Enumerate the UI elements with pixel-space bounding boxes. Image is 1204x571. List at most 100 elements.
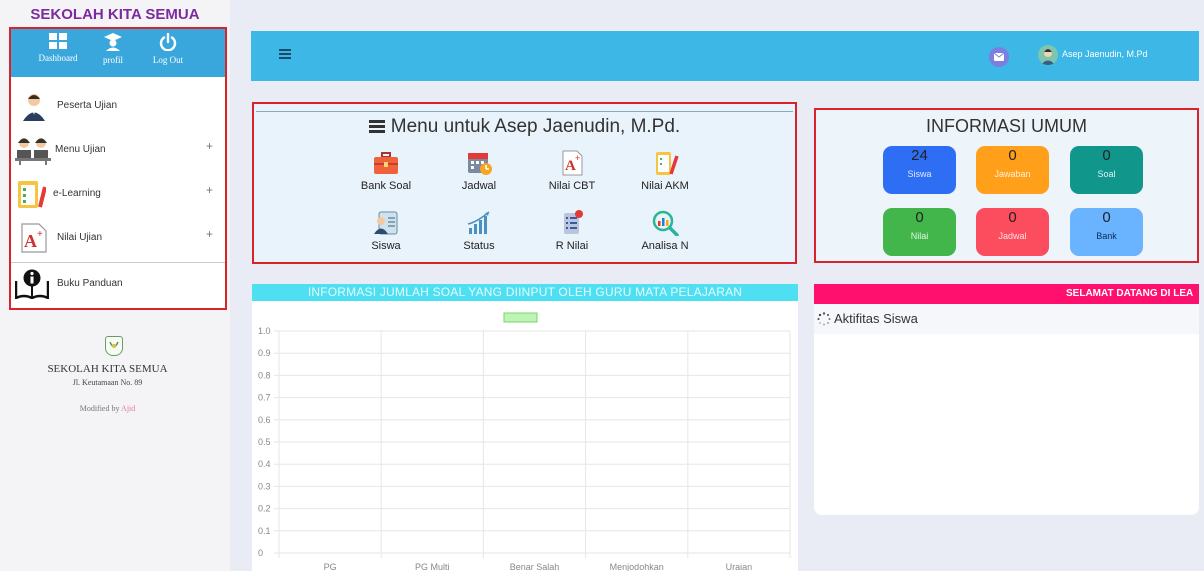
bar-growth-icon bbox=[467, 211, 490, 234]
mail-button[interactable] bbox=[989, 47, 1009, 67]
grade-icon: A + bbox=[21, 223, 47, 253]
school-name: SEKOLAH KITA SEMUA bbox=[47, 363, 168, 375]
brand-name: SEKOLAH KITA SEMUA bbox=[30, 6, 200, 23]
sidebar: SEKOLAH KITA SEMUA Dashboard profil Log … bbox=[0, 0, 230, 571]
hamburger-menu-icon[interactable] bbox=[279, 49, 291, 59]
sidebar-item-peserta-ujian[interactable]: Peserta Ujian bbox=[11, 87, 225, 127]
modified-by: Modified by Ajid bbox=[0, 404, 215, 413]
menu-title-text: Menu untuk Asep Jaenudin, M.Pd. bbox=[390, 116, 681, 137]
svg-text:A: A bbox=[24, 231, 37, 251]
y-tick-label: 0.4 bbox=[258, 459, 271, 469]
menu-item-label: Bank Soal bbox=[360, 180, 412, 192]
magnifier-chart-icon bbox=[652, 210, 679, 236]
expand-icon[interactable]: + bbox=[206, 227, 213, 241]
modified-author-link[interactable]: Ajid bbox=[121, 404, 135, 413]
clipboard-pencil-icon bbox=[656, 152, 679, 175]
tile-value: 24 bbox=[911, 147, 928, 164]
menu-item-label: Nilai AKM bbox=[641, 180, 689, 192]
tile-label: Jadwal bbox=[998, 231, 1027, 241]
expand-icon[interactable]: + bbox=[206, 139, 213, 153]
menu-item-analisa-n[interactable]: Analisa N bbox=[625, 210, 705, 252]
tile-value: 0 bbox=[915, 209, 924, 226]
menu-item-nilai-akm[interactable]: Nilai AKM bbox=[625, 150, 705, 192]
spinner-icon bbox=[817, 312, 831, 326]
menu-item-status[interactable]: Status bbox=[439, 210, 519, 252]
teacher-menu-panel: Menu untuk Asep Jaenudin, M.Pd. Bank Soa… bbox=[252, 102, 797, 264]
tile-label: Soal bbox=[1097, 169, 1116, 179]
y-tick-label: 0.2 bbox=[258, 504, 271, 514]
power-icon bbox=[159, 33, 177, 51]
activity-title: Aktifitas Siswa bbox=[834, 311, 918, 326]
profil-label: profil bbox=[103, 55, 123, 65]
menu-item-jadwal[interactable]: Jadwal bbox=[439, 150, 519, 192]
y-tick-label: 1.0 bbox=[258, 326, 271, 336]
y-tick-label: 0.6 bbox=[258, 415, 271, 425]
guide-book-icon bbox=[15, 269, 49, 299]
soal-bar-chart: 0 0.1 0.2 0.3 0.4 0.5 0.6 0.7 0.8 0.9 1.0 PG PG Mult… bbox=[258, 312, 791, 571]
sidebar-menu: Dashboard profil Log Out Peserta Ujian M… bbox=[9, 27, 227, 310]
person-icon bbox=[23, 94, 45, 121]
menu-item-label: Analisa N bbox=[641, 240, 689, 252]
info-umum-panel: INFORMASI UMUM 24 Siswa 0 Jawaban 0 Soal 0 N… bbox=[814, 108, 1199, 263]
x-tick-label: Benar Salah bbox=[510, 562, 560, 571]
tile-value: 0 bbox=[1008, 209, 1017, 226]
expand-icon[interactable]: + bbox=[206, 183, 213, 197]
tile-jadwal[interactable]: 0 Jadwal bbox=[976, 208, 1049, 256]
dashboard-label: Dashboard bbox=[38, 53, 78, 63]
user-name[interactable]: Asep Jaenudin, M.Pd bbox=[1062, 49, 1148, 59]
logout-label: Log Out bbox=[152, 55, 184, 65]
checklist-icon bbox=[564, 210, 583, 234]
sidebar-item-label: Buku Panduan bbox=[57, 278, 123, 289]
sidebar-item-e-learning[interactable]: e-Learning + bbox=[11, 175, 225, 215]
menu-item-r-nilai[interactable]: R Nilai bbox=[532, 210, 612, 252]
top-navbar: Asep Jaenudin, M.Pd bbox=[251, 31, 1199, 81]
profil-button[interactable]: profil bbox=[87, 33, 139, 65]
menu-item-bank-soal[interactable]: Bank Soal bbox=[346, 150, 426, 192]
sidebar-item-nilai-ujian[interactable]: A + Nilai Ujian + bbox=[11, 219, 225, 259]
modified-prefix: Modified by bbox=[79, 404, 120, 413]
menu-item-label: R Nilai bbox=[555, 240, 589, 252]
tile-label: Bank bbox=[1096, 231, 1117, 241]
x-tick-label: Menjodohkan bbox=[610, 562, 664, 571]
menu-list-icon bbox=[368, 120, 385, 133]
envelope-icon bbox=[994, 53, 1004, 61]
sidebar-item-label: Nilai Ujian bbox=[57, 232, 103, 243]
y-tick-label: 0.9 bbox=[258, 348, 271, 358]
menu-item-label: Status bbox=[463, 240, 495, 252]
tile-siswa[interactable]: 24 Siswa bbox=[883, 146, 956, 194]
menu-item-nilai-cbt[interactable]: A + Nilai CBT bbox=[532, 150, 612, 192]
dashboard-grid-icon bbox=[49, 33, 67, 49]
tile-label: Jawaban bbox=[994, 169, 1031, 179]
divider bbox=[256, 111, 793, 112]
tile-nilai[interactable]: 0 Nilai bbox=[883, 208, 956, 256]
activity-panel: Aktifitas Siswa bbox=[814, 304, 1199, 515]
sidebar-item-buku-panduan[interactable]: Buku Panduan bbox=[11, 265, 225, 305]
student-id-icon bbox=[374, 211, 398, 235]
tile-value: 0 bbox=[1102, 147, 1111, 164]
tile-soal[interactable]: 0 Soal bbox=[1070, 146, 1143, 194]
menu-item-label: Siswa bbox=[371, 240, 401, 252]
welcome-text: SELAMAT DATANG DI LEA bbox=[1066, 288, 1194, 299]
tile-bank[interactable]: 0 Bank bbox=[1070, 208, 1143, 256]
y-tick-label: 0.3 bbox=[258, 481, 271, 491]
dashboard-button[interactable]: Dashboard bbox=[32, 33, 84, 63]
menu-item-label: Jadwal bbox=[461, 180, 497, 192]
tile-jawaban[interactable]: 0 Jawaban bbox=[976, 146, 1049, 194]
sidebar-item-label: Peserta Ujian bbox=[57, 100, 118, 111]
legend-swatch[interactable] bbox=[503, 312, 538, 323]
graduate-icon bbox=[104, 33, 122, 51]
tile-label: Siswa bbox=[907, 169, 932, 179]
briefcase-icon bbox=[374, 152, 398, 174]
y-tick-label: 0.5 bbox=[258, 437, 271, 447]
sidebar-quick-actions: Dashboard profil Log Out bbox=[11, 29, 225, 77]
menu-item-siswa[interactable]: Siswa bbox=[346, 210, 426, 252]
user-avatar[interactable] bbox=[1038, 45, 1058, 65]
divider bbox=[11, 262, 225, 263]
logout-button[interactable]: Log Out bbox=[142, 33, 194, 65]
sidebar-item-menu-ujian[interactable]: Menu Ujian + bbox=[11, 131, 225, 171]
tile-label: Nilai bbox=[910, 231, 929, 241]
y-tick-label: 0.7 bbox=[258, 393, 271, 403]
y-tick-label: 0.1 bbox=[258, 526, 271, 536]
school-logo bbox=[105, 336, 123, 356]
welcome-marquee: SELAMAT DATANG DI LEA bbox=[814, 284, 1199, 304]
